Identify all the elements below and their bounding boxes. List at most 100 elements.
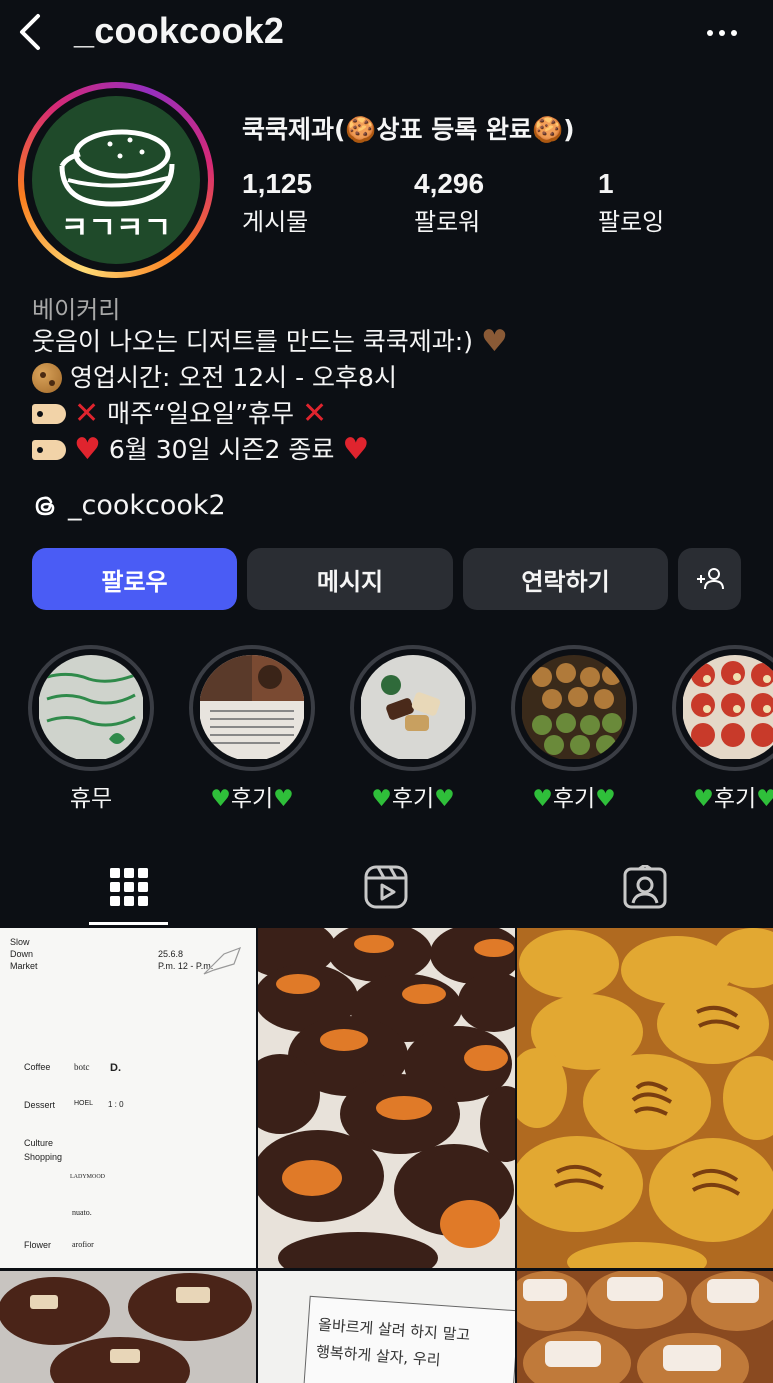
poster-title: Slow Down Market [10, 937, 38, 971]
threads-handle: _cookcook2 [68, 490, 226, 521]
post-thumbnail[interactable] [517, 1271, 773, 1383]
more-options-icon[interactable] [707, 30, 737, 36]
bio-line-1: 웃음이 나오는 디저트를 만드는 쿡쿡제과:) [32, 327, 473, 356]
post-image [517, 1271, 773, 1383]
stat-followers[interactable]: 4,296 팔로워 [414, 168, 484, 237]
brown-heart-icon: ♥ [480, 324, 508, 359]
highlight-image [38, 655, 144, 761]
contact-button[interactable]: 연락하기 [463, 548, 668, 610]
add-user-button[interactable] [678, 548, 741, 610]
poster-section: Culture Shopping [24, 1138, 63, 1162]
avatar-story-ring[interactable]: ㅋㄱㅋㄱ [18, 82, 214, 278]
bio-line: ✕ 매주“일요일”휴무 ✕ [32, 396, 508, 432]
grid-icon [109, 868, 148, 906]
poster-brand: arofior [72, 1240, 94, 1249]
post-thumbnail[interactable] [258, 928, 515, 1268]
highlight-image [521, 655, 627, 761]
avatar[interactable]: ㅋㄱㅋㄱ [32, 96, 200, 264]
threads-icon [35, 496, 55, 515]
post-thumbnail[interactable]: 올바르게 살려 하지 말고 행복하게 살자, 우리 [258, 1271, 515, 1383]
top-bar: _cookcook2 [0, 0, 773, 66]
green-heart-icon: ♥ [273, 786, 294, 812]
poster-brand: 1 : 0 [108, 1100, 124, 1109]
pin-icon [203, 946, 242, 975]
highlight-label-wrap: ♥후기♥ [350, 779, 476, 813]
label-tag-icon [32, 440, 66, 460]
highlight-item[interactable]: ♥후기♥ [189, 645, 315, 813]
post-thumbnail[interactable] [0, 1271, 256, 1383]
post-thumbnail[interactable]: Slow Down Market 25.6.8 P.m. 12 - P.m. Coff… [0, 928, 256, 1268]
bio-line-4: 6월 30일 시즌2 종료 [108, 435, 335, 464]
highlight-label-wrap: ♥후기♥ [511, 779, 637, 813]
red-x-icon: ✕ [74, 396, 100, 431]
profile-category: 베이커리 [32, 296, 121, 324]
highlight-label-wrap: ♥후기♥ [189, 779, 315, 813]
highlight-item[interactable]: 휴무 [28, 645, 154, 813]
back-icon[interactable] [16, 12, 48, 52]
green-heart-icon: ♥ [532, 786, 553, 812]
stat-posts-label: 게시물 [242, 208, 309, 236]
green-heart-icon: ♥ [434, 786, 455, 812]
highlight-image [360, 655, 466, 761]
green-heart-icon: ♥ [693, 786, 714, 812]
header-username: _cookcook2 [74, 10, 285, 51]
post-image [258, 928, 515, 1268]
tab-tagged[interactable] [516, 848, 773, 926]
threads-link[interactable]: _cookcook2 [32, 490, 226, 521]
stat-posts[interactable]: 1,125 게시물 [242, 168, 312, 237]
green-heart-icon: ♥ [210, 786, 231, 812]
red-x-icon: ✕ [302, 396, 328, 431]
stat-posts-value: 1,125 [242, 168, 313, 199]
green-heart-icon: ♥ [371, 786, 392, 812]
green-heart-icon: ♥ [595, 786, 616, 812]
highlight-item[interactable]: ♥후기♥ [350, 645, 476, 813]
poster-brand: HOEL [74, 1100, 94, 1107]
follow-button[interactable]: 팔로우 [32, 548, 237, 610]
post-image [517, 928, 773, 1268]
red-heart-icon: ♥ [74, 432, 101, 467]
highlight-label: 후기 [230, 786, 274, 812]
profile-tabs [0, 848, 773, 928]
highlight-label: 후기 [552, 786, 596, 812]
bio-line: ♥ 6월 30일 시즌2 종료 ♥ [32, 432, 508, 468]
stat-followers-label: 팔로워 [414, 208, 481, 236]
post-image [0, 1271, 256, 1383]
poster-brand: nuato. [72, 1208, 92, 1217]
poster-section: Dessert [24, 1100, 56, 1110]
stat-following[interactable]: 1 팔로잉 [598, 168, 664, 237]
profile-bio: 웃음이 나오는 디저트를 만드는 쿡쿡제과:) ♥ 영업시간: 오전 12시 - … [32, 324, 508, 468]
highlight-label: 후기 [391, 786, 435, 812]
highlight-image [682, 655, 773, 761]
highlight-label-wrap: ♥후기♥ [672, 779, 773, 813]
cookie-icon [32, 363, 62, 393]
avatar-text: ㅋㄱㅋㄱ [61, 211, 171, 246]
bio-line: 영업시간: 오전 12시 - 오후8시 [32, 360, 508, 396]
highlight-label: 휴무 [69, 786, 113, 812]
active-tab-indicator [89, 922, 168, 925]
highlight-item[interactable]: ♥후기♥ [672, 645, 773, 813]
add-user-icon [696, 568, 724, 590]
highlight-image [199, 655, 305, 761]
label-tag-icon [32, 404, 66, 424]
red-heart-icon: ♥ [342, 432, 370, 467]
poster-brand: botc [74, 1062, 90, 1072]
poster-section: Flower [24, 1240, 52, 1250]
tab-reels[interactable] [257, 848, 514, 926]
reels-icon [364, 865, 407, 909]
stat-following-value: 1 [598, 168, 614, 199]
bio-line: 웃음이 나오는 디저트를 만드는 쿡쿡제과:) ♥ [32, 324, 508, 360]
highlight-item[interactable]: ♥후기♥ [511, 645, 637, 813]
highlight-label: 후기 [713, 786, 757, 812]
tagged-icon [623, 865, 666, 909]
cookie-logo-icon: ㅋㄱㅋㄱ [59, 129, 175, 246]
bio-line-3: 매주“일요일”휴무 [107, 399, 295, 428]
message-button[interactable]: 메시지 [247, 548, 453, 610]
post-thumbnail[interactable] [517, 928, 773, 1268]
profile-display-name: 쿡쿡제과(🍪상표 등록 완료🍪) [242, 115, 575, 144]
bio-line-2: 영업시간: 오전 12시 - 오후8시 [70, 363, 397, 392]
poster-brand: LADYMOOD [70, 1174, 105, 1180]
stat-followers-value: 4,296 [414, 168, 485, 199]
stat-following-label: 팔로잉 [598, 208, 665, 236]
tab-grid[interactable] [0, 848, 257, 926]
poster-section: Coffee [24, 1062, 51, 1072]
